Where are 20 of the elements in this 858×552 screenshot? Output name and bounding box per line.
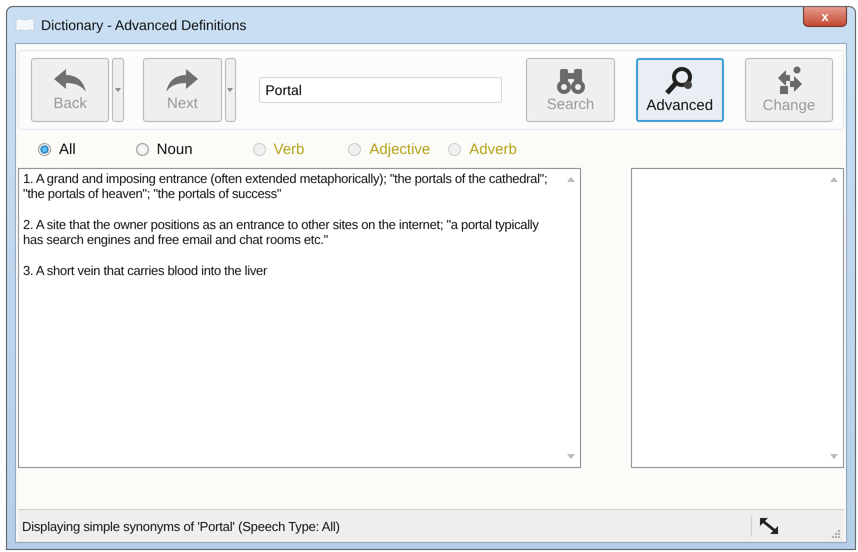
caret-icon bbox=[227, 88, 234, 92]
definition-text: 1. A grand and imposing entrance (often extended metaphorically); "the portals of the cathedral"; "the portals of heaven"; "the portals of success" bbox=[23, 171, 548, 201]
speech-type-radio[interactable]: Noun bbox=[136, 140, 193, 158]
resize-grip-icon[interactable] bbox=[830, 528, 840, 538]
arrow-icon bbox=[52, 68, 88, 94]
window-title: Dictionary - Advanced Definitions bbox=[41, 17, 246, 33]
speech-type-radio[interactable]: All bbox=[38, 140, 76, 158]
dropdown-button[interactable] bbox=[112, 58, 124, 122]
status-text: Displaying simple synonyms of 'Portal' (Speech Type: All) bbox=[22, 518, 340, 534]
search-field[interactable]: Portal bbox=[259, 77, 502, 103]
advanced-button[interactable]: Advanced bbox=[636, 58, 724, 122]
arrow-icon bbox=[164, 68, 200, 94]
book-icon bbox=[15, 18, 35, 32]
definition-text: 3. A short vein that carries blood into the liver bbox=[23, 263, 268, 278]
close-button[interactable]: x bbox=[803, 7, 847, 27]
binoculars-icon bbox=[556, 67, 586, 95]
caret-icon bbox=[115, 88, 122, 92]
magnifier-icon bbox=[664, 66, 695, 96]
dropdown-button[interactable] bbox=[224, 58, 236, 122]
definition-text: 2. A site that the owner positions as an entrance to other sites on the internet; "a portal typically has search engines and free email and chat rooms etc." bbox=[23, 217, 540, 247]
